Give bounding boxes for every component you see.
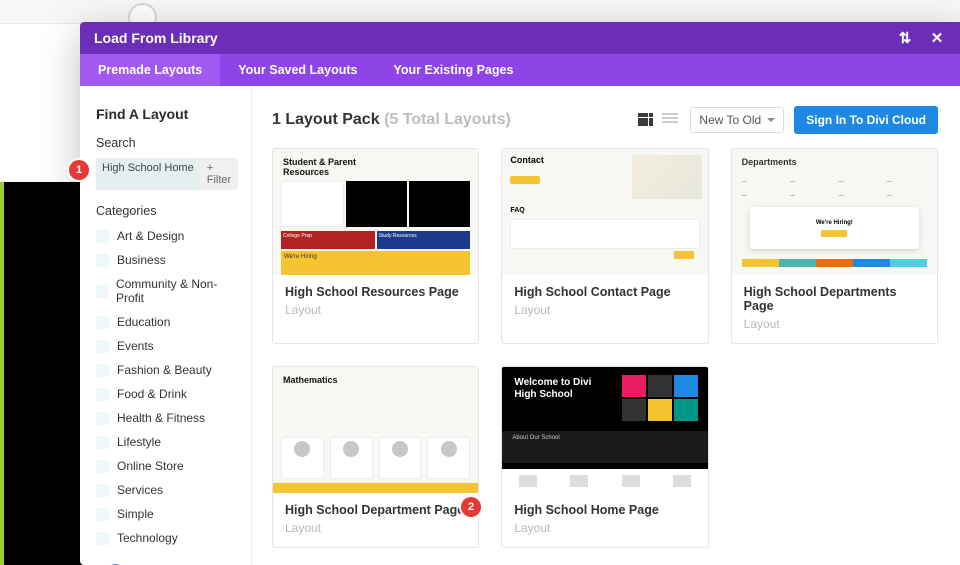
checkbox-icon (96, 508, 109, 521)
category-item[interactable]: Fashion & Beauty (96, 358, 235, 382)
layout-grid: Student & Parent Resources College PrepS… (272, 148, 938, 548)
checkbox-icon (96, 230, 109, 243)
category-item[interactable]: Business (96, 248, 235, 272)
category-item[interactable]: Education (96, 310, 235, 334)
layout-type: Layout (514, 521, 695, 535)
checkbox-icon (96, 364, 109, 377)
close-icon[interactable]: ✕ (928, 29, 946, 47)
layout-card[interactable]: Student & Parent Resources College PrepS… (272, 148, 479, 344)
checkbox-icon (96, 388, 109, 401)
layout-type: Layout (285, 521, 466, 535)
layout-thumbnail: Contact FAQ (502, 149, 707, 275)
search-label: Search (96, 136, 235, 150)
category-item[interactable]: Simple (96, 502, 235, 526)
layout-type: Layout (514, 303, 695, 317)
layout-card[interactable]: Contact FAQ High School Contact Page Lay… (501, 148, 708, 344)
checkbox-icon (96, 532, 109, 545)
layout-title: High School Contact Page (514, 285, 695, 299)
category-item[interactable]: Services (96, 478, 235, 502)
sidebar-heading: Find A Layout (96, 106, 235, 122)
layout-title: High School Department Page (285, 503, 466, 517)
results-count: 1 Layout Pack (5 Total Layouts) (272, 111, 511, 129)
annotation-badge-1: 1 (69, 160, 89, 180)
add-filter-button[interactable]: + Filter (200, 158, 238, 190)
layout-thumbnail: Mathematics (273, 367, 478, 493)
layout-thumbnail: Welcome to DiviHigh School About Our Sch… (502, 367, 707, 493)
checkbox-icon (96, 316, 109, 329)
modal-tabs: Premade Layouts Your Saved Layouts Your … (80, 54, 960, 86)
portability-icon[interactable]: ⇅ (896, 29, 914, 47)
checkbox-icon (96, 285, 108, 298)
layout-type: Layout (285, 303, 466, 317)
categories-label: Categories (96, 204, 235, 218)
category-item[interactable]: Online Store (96, 454, 235, 478)
sidebar: Find A Layout Search High School Home + … (80, 86, 252, 565)
modal-header: Load From Library ⇅ ✕ (80, 22, 960, 54)
layout-library-modal: Load From Library ⇅ ✕ Premade Layouts Yo… (80, 22, 960, 565)
category-item[interactable]: Events (96, 334, 235, 358)
category-item[interactable]: Technology (96, 526, 235, 550)
sort-select[interactable]: New To Old (690, 107, 784, 133)
category-item[interactable]: Lifestyle (96, 430, 235, 454)
tab-saved-layouts[interactable]: Your Saved Layouts (220, 54, 375, 86)
category-item[interactable]: Health & Fitness (96, 406, 235, 430)
results-header: 1 Layout Pack (5 Total Layouts) New To O… (272, 106, 938, 134)
tab-premade-layouts[interactable]: Premade Layouts (80, 54, 220, 86)
layout-type: Layout (744, 317, 925, 331)
checkbox-icon (96, 340, 109, 353)
checkbox-icon (96, 460, 109, 473)
layout-title: High School Departments Page (744, 285, 925, 313)
layout-card[interactable]: Mathematics High School Department Page … (272, 366, 479, 548)
layout-card[interactable]: Welcome to DiviHigh School About Our Sch… (501, 366, 708, 548)
modal-title: Load From Library (94, 30, 218, 46)
checkbox-icon (96, 254, 109, 267)
checkbox-icon (96, 436, 109, 449)
sign-in-divi-cloud-button[interactable]: Sign In To Divi Cloud (794, 106, 938, 134)
category-list: Art & Design Business Community & Non-Pr… (96, 224, 235, 550)
layout-card[interactable]: Departments ———————— We're Hiring! High … (731, 148, 938, 344)
category-item[interactable]: Food & Drink (96, 382, 235, 406)
annotation-badge-2: 2 (461, 497, 481, 517)
list-view-icon[interactable] (662, 113, 678, 127)
tab-existing-pages[interactable]: Your Existing Pages (375, 54, 531, 86)
checkbox-icon (96, 412, 109, 425)
category-item[interactable]: Art & Design (96, 224, 235, 248)
layout-thumbnail: Departments ———————— We're Hiring! (732, 149, 937, 275)
layout-thumbnail: Student & Parent Resources College PrepS… (273, 149, 478, 275)
grid-view-icon[interactable] (638, 113, 654, 127)
layout-title: High School Home Page (514, 503, 695, 517)
results-pane: 1 Layout Pack (5 Total Layouts) New To O… (252, 86, 960, 565)
checkbox-icon (96, 484, 109, 497)
category-item[interactable]: Community & Non-Profit (96, 272, 235, 310)
layout-title: High School Resources Page (285, 285, 466, 299)
search-input[interactable]: High School Home (96, 158, 200, 190)
